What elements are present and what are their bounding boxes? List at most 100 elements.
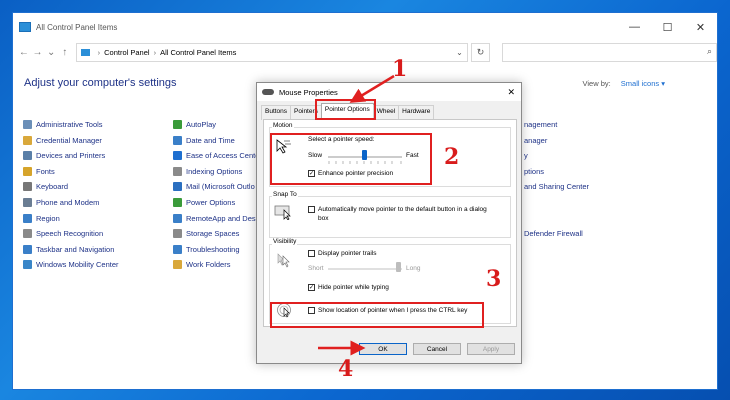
- breadcrumb-control-panel[interactable]: Control Panel: [104, 48, 149, 57]
- control-panel-item-label[interactable]: ptions: [524, 167, 544, 176]
- apply-button[interactable]: Apply: [467, 343, 515, 355]
- control-panel-item[interactable]: Region: [23, 213, 60, 223]
- view-by-dropdown[interactable]: Small icons ▾: [621, 79, 665, 88]
- control-panel-item[interactable]: Fonts: [23, 166, 55, 176]
- trails-slider-thumb[interactable]: [396, 262, 401, 272]
- pointer-trails-checkbox[interactable]: [308, 250, 315, 257]
- control-panel-item-icon: [23, 166, 32, 176]
- control-panel-item[interactable]: Work Folders: [173, 260, 231, 270]
- control-panel-item[interactable]: Taskbar and Navigation: [23, 244, 115, 254]
- control-panel-item-label: Speech Recognition: [36, 229, 104, 239]
- tab-hardware[interactable]: Hardware: [398, 105, 435, 120]
- control-panel-item[interactable]: Credential Manager: [23, 135, 102, 145]
- control-panel-item[interactable]: AutoPlay: [173, 120, 216, 129]
- annotation-number-1: 1: [392, 56, 408, 82]
- back-arrow-icon[interactable]: ←: [17, 47, 31, 58]
- control-panel-item[interactable]: Windows Mobility Center: [23, 260, 119, 270]
- snap-to-label: Snap To: [272, 191, 298, 198]
- search-input[interactable]: ⌕: [502, 42, 717, 62]
- breadcrumb-all-items[interactable]: All Control Panel Items: [160, 48, 236, 57]
- trails-pointer-icon: [277, 253, 290, 268]
- up-arrow-icon[interactable]: ↑: [58, 47, 72, 58]
- control-panel-item-label[interactable]: anager: [524, 136, 547, 145]
- snap-pointer-icon: [274, 205, 291, 220]
- control-panel-item[interactable]: Administrative Tools: [23, 120, 103, 129]
- control-panel-item-icon: [23, 213, 32, 223]
- control-panel-item-icon: [173, 213, 182, 223]
- tab-wheel[interactable]: Wheel: [372, 105, 400, 120]
- snap-to-checkbox[interactable]: [308, 206, 315, 213]
- control-panel-item-label: AutoPlay: [186, 120, 217, 129]
- control-panel-item-label: Credential Manager: [36, 135, 102, 145]
- control-panel-item-icon: [173, 229, 182, 239]
- trails-slider-track[interactable]: [328, 268, 402, 270]
- pointer-trails-label: Display pointer trails: [318, 250, 377, 257]
- hide-pointer-label: Hide pointer while typing: [318, 284, 389, 291]
- control-panel-item-icon: [23, 244, 32, 254]
- address-dropdown-icon[interactable]: ⌄: [456, 48, 463, 57]
- control-panel-item-label: Storage Spaces: [186, 229, 240, 239]
- control-panel-item[interactable]: Devices and Printers: [23, 151, 106, 161]
- refresh-button[interactable]: ↻: [470, 42, 491, 62]
- recent-chevron-icon[interactable]: ⌄: [44, 47, 58, 58]
- control-panel-item-label[interactable]: nagement: [524, 120, 557, 129]
- control-panel-item-icon: [173, 182, 182, 192]
- refresh-icon: ↻: [476, 46, 485, 57]
- control-panel-item[interactable]: Ease of Access Center: [173, 151, 262, 161]
- control-panel-item-label: RemoteApp and Desk: [186, 213, 260, 223]
- control-panel-item[interactable]: Indexing Options: [173, 166, 242, 176]
- snap-to-text: Automatically move pointer to the defaul…: [318, 206, 487, 213]
- address-input[interactable]: › Control Panel › All Control Panel Item…: [75, 42, 468, 62]
- control-panel-item[interactable]: Date and Time: [173, 135, 235, 145]
- dialog-close-icon[interactable]: ✕: [507, 87, 515, 98]
- control-panel-item-icon: [173, 166, 182, 176]
- control-panel-item-label: Work Folders: [186, 260, 231, 270]
- control-panel-item[interactable]: Phone and Modem: [23, 198, 99, 207]
- control-panel-icon: [19, 22, 31, 32]
- control-panel-item-icon: [23, 198, 32, 207]
- folder-icon: [80, 48, 90, 56]
- close-button[interactable]: ✕: [684, 21, 717, 34]
- control-panel-item-label: Taskbar and Navigation: [36, 244, 115, 254]
- control-panel-item[interactable]: Troubleshooting: [173, 244, 240, 254]
- control-panel-item-label[interactable]: Defender Firewall: [524, 229, 583, 238]
- maximize-button[interactable]: ☐: [651, 21, 684, 34]
- control-panel-item-label: Windows Mobility Center: [36, 260, 119, 270]
- control-panel-item[interactable]: Power Options: [173, 198, 235, 207]
- control-panel-item-label: Keyboard: [36, 182, 69, 192]
- control-panel-item[interactable]: Storage Spaces: [173, 229, 240, 239]
- control-panel-item-label: Region: [36, 213, 60, 223]
- breadcrumb-chevron-icon: ›: [97, 47, 101, 57]
- control-panel-item[interactable]: RemoteApp and Desk: [173, 213, 260, 223]
- control-panel-item[interactable]: Speech Recognition: [23, 229, 104, 239]
- control-panel-item-label[interactable]: and Sharing Center: [524, 182, 589, 191]
- annotation-box-2: [270, 133, 432, 185]
- control-panel-item-icon: [23, 260, 32, 270]
- control-panel-item-label: Devices and Printers: [36, 151, 106, 161]
- cancel-button[interactable]: Cancel: [413, 343, 461, 355]
- control-panel-item-icon: [173, 151, 182, 161]
- control-panel-item[interactable]: Mail (Microsoft Outlo: [173, 182, 255, 192]
- window-title: All Control Panel Items: [36, 22, 118, 32]
- tab-buttons[interactable]: Buttons: [261, 105, 292, 120]
- control-panel-item-label: Power Options: [186, 198, 236, 207]
- minimize-button[interactable]: —: [618, 21, 651, 34]
- control-panel-item-label: Phone and Modem: [36, 198, 100, 207]
- control-panel-item-label[interactable]: y: [524, 151, 528, 160]
- ok-button[interactable]: OK: [359, 343, 407, 355]
- title-bar: All Control Panel Items — ☐ ✕: [13, 13, 717, 41]
- annotation-number-2: 2: [444, 144, 460, 170]
- control-panel-item-icon: [23, 182, 32, 192]
- control-panel-item-icon: [23, 135, 32, 145]
- control-panel-item-label: Mail (Microsoft Outlo: [186, 182, 255, 192]
- address-bar-row: ← → ⌄ ↑ › Control Panel › All Control Pa…: [13, 41, 717, 63]
- hide-pointer-checkbox[interactable]: ✓: [308, 284, 315, 291]
- control-panel-item-icon: [23, 151, 32, 161]
- annotation-number-3: 3: [486, 266, 502, 292]
- control-panel-item[interactable]: Keyboard: [23, 182, 69, 192]
- long-label: Long: [406, 265, 421, 272]
- forward-arrow-icon[interactable]: →: [31, 47, 45, 58]
- control-panel-item-label: Troubleshooting: [186, 244, 240, 254]
- view-by: View by: Small icons ▾: [582, 79, 665, 88]
- mouse-icon: [262, 89, 274, 95]
